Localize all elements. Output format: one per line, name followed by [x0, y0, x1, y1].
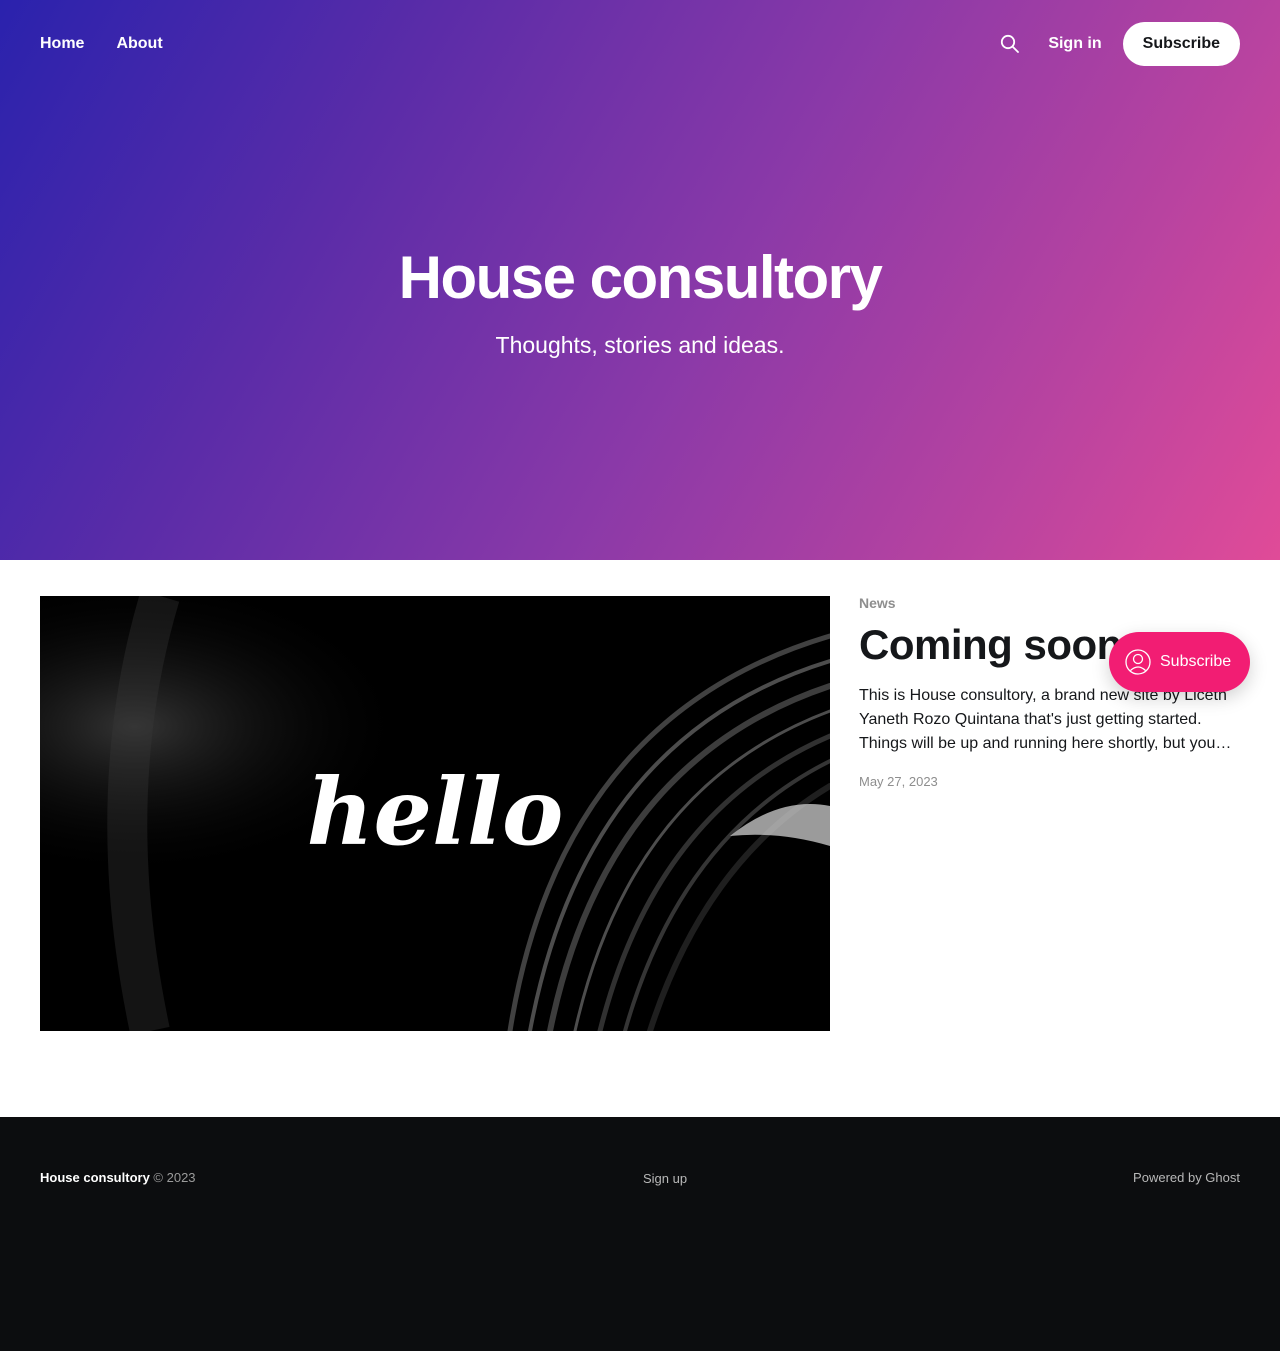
nav-about-link[interactable]: About [116, 34, 162, 54]
hello-text: hello [307, 758, 564, 866]
site-title: House consultory [398, 244, 883, 311]
footer-copyright: House consultory © 2023 [40, 1170, 196, 1185]
post-title[interactable]: Coming soon [859, 620, 1122, 670]
footer-signup-link[interactable]: Sign up [643, 1171, 687, 1186]
main-nav: Home About [40, 34, 163, 54]
featured-image-art: hello [40, 596, 830, 1031]
powered-by-link[interactable]: Powered by Ghost [1133, 1170, 1240, 1185]
portal-subscribe-label: Subscribe [1160, 653, 1232, 670]
footer-brand-link[interactable]: House consultory [40, 1170, 150, 1185]
copyright-text: © 2023 [153, 1170, 196, 1185]
site-footer: House consultory © 2023 Sign up Powered … [0, 1117, 1280, 1351]
search-button[interactable] [998, 32, 1022, 56]
site-description: Thoughts, stories and ideas. [495, 332, 785, 358]
hero-header: Home About Sign in Subscribe House consu… [0, 0, 1280, 560]
search-icon [1001, 34, 1020, 53]
subscribe-button[interactable]: Subscribe [1122, 22, 1240, 66]
nav-home-link[interactable]: Home [40, 34, 84, 54]
post-date: May 27, 2023 [859, 774, 938, 789]
portal-subscribe-button[interactable]: Subscribe [1109, 632, 1250, 692]
post-tag[interactable]: News [859, 595, 896, 611]
featured-post-image[interactable]: hello [40, 596, 830, 1031]
signin-link[interactable]: Sign in [1048, 35, 1101, 53]
nav-actions: Sign in Subscribe [998, 22, 1240, 66]
user-circle-icon [1124, 648, 1152, 676]
post-excerpt: This is House consultory, a brand new si… [859, 687, 1232, 752]
